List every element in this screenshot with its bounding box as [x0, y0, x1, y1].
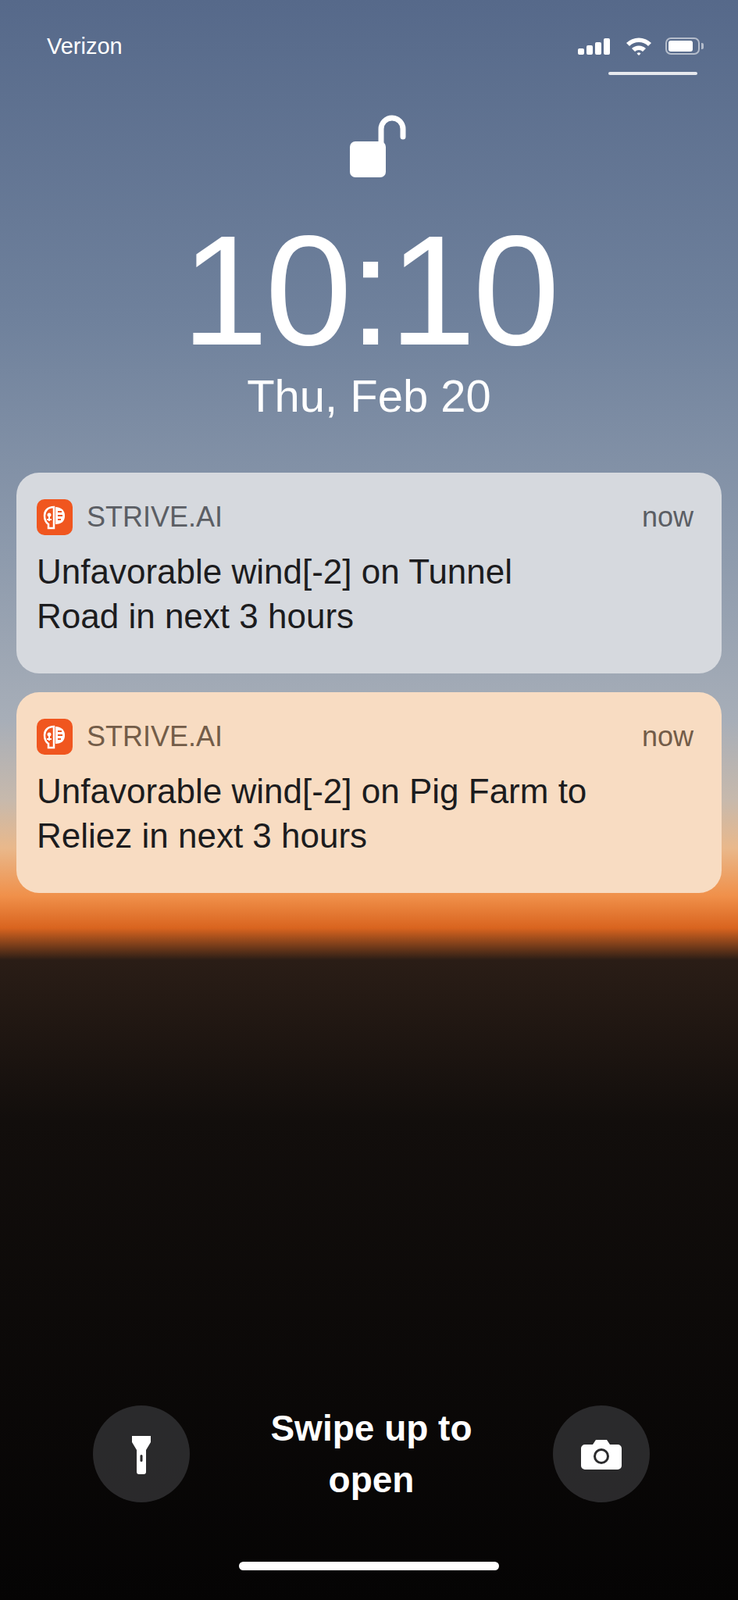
- battery-fill: [668, 40, 693, 52]
- wifi-icon: [624, 35, 653, 57]
- notification-message: Unfavorable wind[-2] on Tunnel Road in n…: [36, 549, 601, 639]
- status-indicators: [577, 31, 704, 75]
- notification-header: STRIVE.AI now: [36, 718, 694, 755]
- signal-bar: [603, 38, 610, 55]
- camera-button[interactable]: [552, 1404, 650, 1502]
- brain-app-icon: [36, 499, 73, 535]
- notification-list: STRIVE.AI now Unfavorable wind[-2] on Tunn…: [0, 472, 738, 893]
- notification-app-name: STRIVE.AI: [86, 720, 628, 753]
- swipe-hint: Swipe up to open: [262, 1401, 482, 1505]
- battery-icon: [665, 37, 704, 55]
- clock-time: 10:10: [0, 212, 738, 369]
- flashlight-button[interactable]: [92, 1404, 190, 1502]
- clock-date: Thu, Feb 20: [0, 368, 738, 424]
- signal-bar: [586, 45, 593, 55]
- brain-app-icon: [36, 718, 73, 755]
- flashlight-icon: [129, 1432, 154, 1475]
- battery-nub: [701, 42, 704, 50]
- status-bar: Verizon: [0, 0, 738, 81]
- status-icons: [577, 31, 704, 61]
- lock-screen: Verizon 10:10Thu, Feb 20 STRIVE.AI now Unfav…: [0, 0, 738, 1600]
- notification-app-name: STRIVE.AI: [86, 500, 628, 534]
- lock-area: [0, 80, 738, 182]
- signal-bar: [595, 42, 602, 55]
- signal-icon: [577, 36, 613, 56]
- carrier-label: Verizon: [46, 31, 123, 61]
- notification-card[interactable]: STRIVE.AI now Unfavorable wind[-2] on Pig …: [16, 691, 722, 893]
- notification-card[interactable]: STRIVE.AI now Unfavorable wind[-2] on Tunn…: [16, 472, 722, 674]
- battery-body: [665, 37, 700, 55]
- lock-actions: Swipe up to open: [0, 1400, 738, 1507]
- home-indicator[interactable]: [238, 1561, 500, 1570]
- padlock-icon: [346, 111, 410, 181]
- notification-time: now: [641, 720, 694, 753]
- control-center-grabber[interactable]: [608, 71, 698, 75]
- camera-icon: [580, 1436, 623, 1470]
- notification-header: STRIVE.AI now: [36, 499, 694, 535]
- signal-bar: [577, 48, 585, 55]
- notification-time: now: [641, 500, 694, 534]
- notification-message: Unfavorable wind[-2] on Pig Farm to Reli…: [36, 768, 601, 858]
- home-indicator-area: [0, 1506, 738, 1600]
